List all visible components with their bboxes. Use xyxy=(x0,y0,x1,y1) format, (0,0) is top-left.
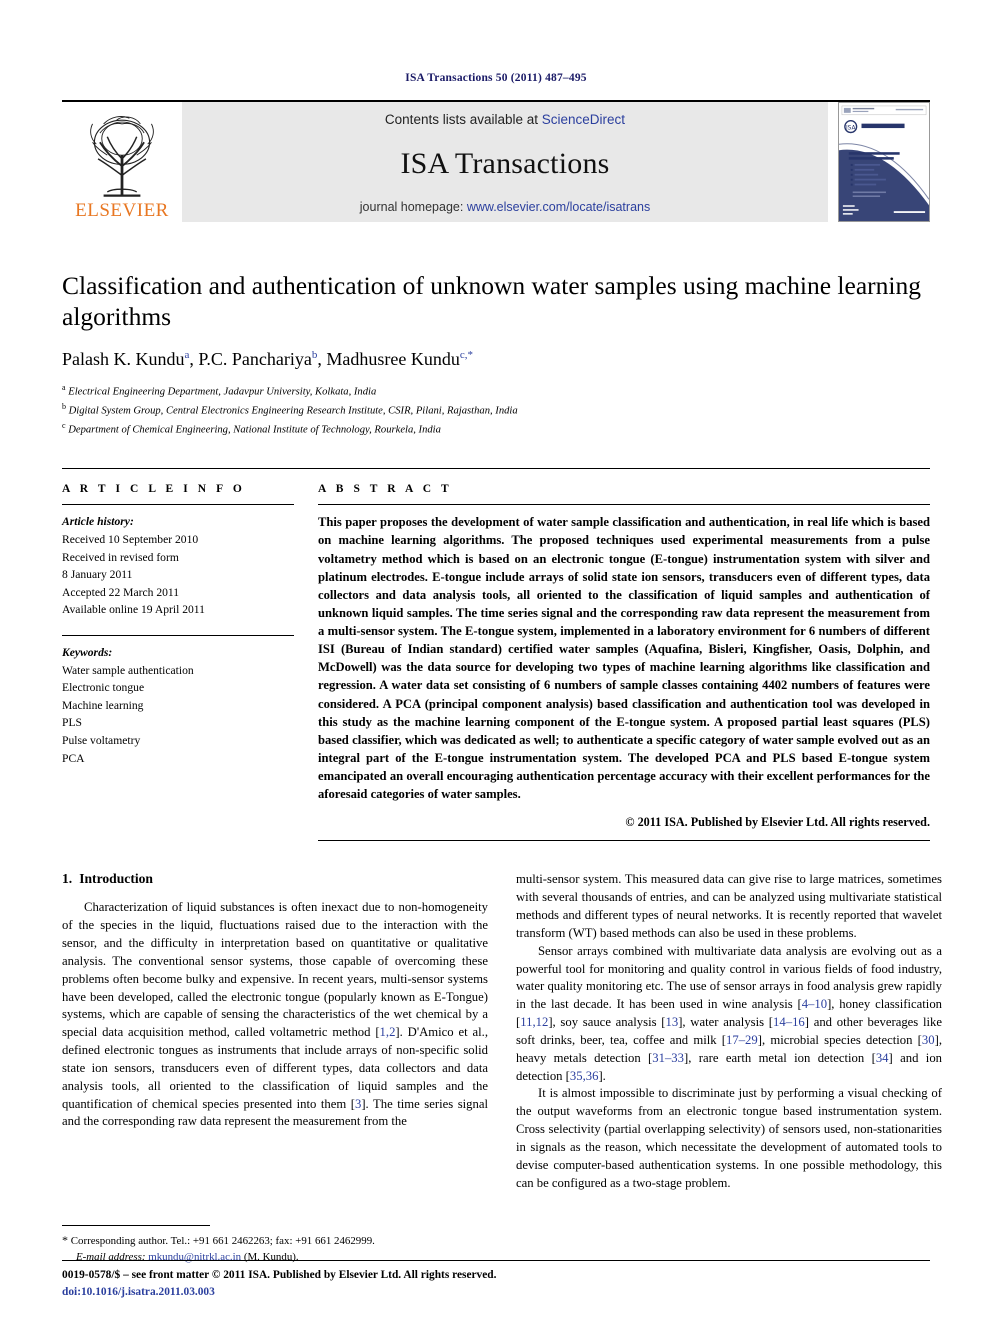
journal-homepage-link[interactable]: www.elsevier.com/locate/isatrans xyxy=(467,200,650,214)
info-abstract-section: A R T I C L E I N F O Article history: R… xyxy=(62,468,930,842)
section-title: Introduction xyxy=(79,871,153,887)
elsevier-logo: ELSEVIER xyxy=(62,102,182,222)
history-item: 8 January 2011 xyxy=(62,568,133,582)
citation-link[interactable]: 3 xyxy=(355,1097,361,1111)
page-title: Classification and authentication of unk… xyxy=(62,271,921,332)
keyword-item: PCA xyxy=(62,751,85,765)
citation-link[interactable]: 14–16 xyxy=(773,1015,805,1029)
author-list: Palash K. Kundua, P.C. Panchariyab, Madh… xyxy=(62,349,930,370)
masthead-center-panel: Contents lists available at ScienceDirec… xyxy=(182,102,828,222)
abstract-column: A B S T R A C T This paper proposes the … xyxy=(318,483,930,842)
article-history-label: Article history: xyxy=(62,515,134,529)
contents-available-line: Contents lists available at ScienceDirec… xyxy=(385,112,625,127)
citation-link[interactable]: 11,12 xyxy=(520,1015,548,1029)
affiliation-text: Digital System Group, Central Electronic… xyxy=(68,405,518,417)
keywords-group: Keywords: Water sample authentication El… xyxy=(62,644,294,767)
homepage-prefix: journal homepage: xyxy=(359,200,464,214)
paragraph: Sensor arrays combined with multivariate… xyxy=(516,943,943,1083)
doi-link[interactable]: doi:10.1016/j.isatra.2011.03.003 xyxy=(62,1284,930,1301)
affiliation-item: c Department of Chemical Engineering, Na… xyxy=(62,420,930,439)
corresponding-author-text: Corresponding author. Tel.: +91 661 2462… xyxy=(70,1235,375,1248)
keyword-item: Electronic tongue xyxy=(62,681,145,695)
keyword-item: Pulse voltametry xyxy=(62,733,141,747)
citation-link[interactable]: 4–10 xyxy=(802,997,827,1011)
elsevier-tree-icon xyxy=(76,111,168,203)
affiliation-marker: c xyxy=(62,420,66,430)
keywords-divider xyxy=(62,634,294,636)
citation-link[interactable]: 34 xyxy=(876,1051,889,1065)
page-footer: 0019-0578/$ – see front matter © 2011 IS… xyxy=(62,1259,930,1301)
running-head: ISA Transactions 50 (2011) 487–495 xyxy=(405,72,587,84)
copyright-line: © 2011 ISA. Published by Elsevier Ltd. A… xyxy=(625,815,930,830)
issn-copyright-line: 0019-0578/$ – see front matter © 2011 IS… xyxy=(62,1268,497,1281)
citation-link[interactable]: 13 xyxy=(666,1015,679,1029)
corresponding-author-note: * Corresponding author. Tel.: +91 661 24… xyxy=(62,1232,488,1250)
author-name: Palash K. Kundu xyxy=(62,349,185,370)
journal-title: ISA Transactions xyxy=(400,146,610,180)
sciencedirect-link[interactable]: ScienceDirect xyxy=(542,112,625,127)
contents-prefix: Contents lists available at xyxy=(384,112,539,127)
citation-link[interactable]: 35,36 xyxy=(570,1069,599,1083)
journal-masthead: ELSEVIER Contents lists available at Sci… xyxy=(62,100,930,222)
elsevier-wordmark: ELSEVIER xyxy=(75,200,169,221)
affiliation-item: a Electrical Engineering Department, Jad… xyxy=(62,382,930,401)
keyword-item: Water sample authentication xyxy=(62,663,194,677)
section-heading-introduction: 1. Introduction xyxy=(62,871,488,887)
affiliation-list: a Electrical Engineering Department, Jad… xyxy=(62,382,930,438)
author-affiliation-marker: c,* xyxy=(459,349,473,362)
history-item: Accepted 22 March 2011 xyxy=(62,585,180,599)
footnote-divider xyxy=(62,1225,210,1227)
paper-page: ISA Transactions 50 (2011) 487–495 ELSEV… xyxy=(0,0,992,1323)
keyword-item: PLS xyxy=(62,716,82,730)
affiliation-marker: b xyxy=(62,401,66,411)
svg-text:ISA: ISA xyxy=(846,126,856,132)
paragraph: multi-sensor system. This measured data … xyxy=(516,872,942,940)
keywords-label: Keywords: xyxy=(62,645,113,659)
abstract-divider xyxy=(318,504,930,506)
body-columns: 1. Introduction Characterization of liqui… xyxy=(62,871,942,1192)
affiliation-marker: a xyxy=(62,383,66,393)
section-number: 1. xyxy=(62,871,73,887)
paragraph: Characterization of liquid substances is… xyxy=(62,900,489,1129)
citation-link[interactable]: 30 xyxy=(922,1033,935,1047)
title-block: Classification and authentication of unk… xyxy=(62,270,930,438)
article-history-group: Article history: Received 10 September 2… xyxy=(62,513,294,619)
affiliation-item: b Digital System Group, Central Electron… xyxy=(62,401,930,420)
abstract-bottom-divider xyxy=(318,840,930,842)
affiliation-text: Department of Chemical Engineering, Nati… xyxy=(68,424,441,436)
article-info-divider xyxy=(62,504,294,506)
citation-link[interactable]: 1,2 xyxy=(380,1025,396,1039)
journal-cover-thumbnail: ISA xyxy=(838,102,930,222)
history-item: Received 10 September 2010 xyxy=(62,532,199,546)
citation-link[interactable]: 31–33 xyxy=(652,1051,684,1065)
keyword-item: Machine learning xyxy=(62,698,144,712)
body-column-right: multi-sensor system. This measured data … xyxy=(516,871,942,1192)
abstract-heading: A B S T R A C T xyxy=(318,483,453,496)
article-info-heading: A R T I C L E I N F O xyxy=(62,483,246,496)
affiliation-text: Electrical Engineering Department, Jadav… xyxy=(68,386,377,398)
history-item: Available online 19 April 2011 xyxy=(62,603,205,617)
footnote-star-marker: * xyxy=(62,1233,68,1248)
body-column-left: 1. Introduction Characterization of liqui… xyxy=(62,871,488,1192)
citation-link[interactable]: 17–29 xyxy=(726,1033,758,1047)
journal-homepage-line: journal homepage: www.elsevier.com/locat… xyxy=(360,200,650,214)
paragraph: It is almost impossible to discriminate … xyxy=(516,1086,942,1190)
abstract-text: This paper proposes the development of w… xyxy=(318,515,930,802)
author-name: P.C. Panchariya xyxy=(198,349,312,370)
history-item: Received in revised form xyxy=(62,550,179,564)
article-info-column: A R T I C L E I N F O Article history: R… xyxy=(62,483,294,841)
author-name: Madhusree Kundu xyxy=(326,349,460,370)
